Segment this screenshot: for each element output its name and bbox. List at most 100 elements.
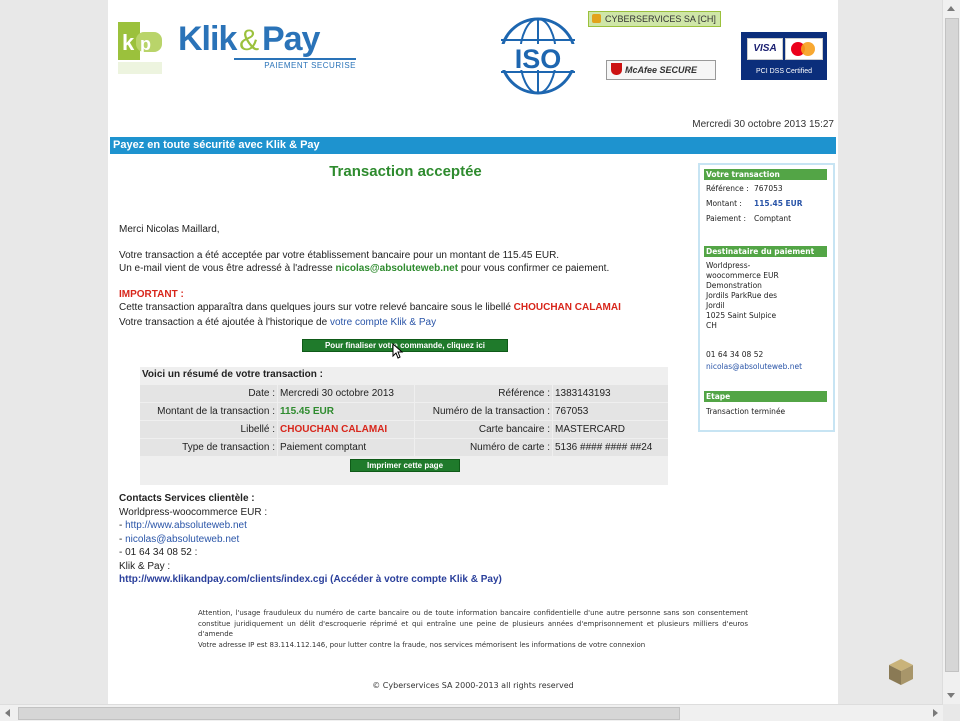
statement-line: Cette transaction apparaîtra dans quelqu… xyxy=(119,302,621,313)
customer-service-contacts: Contacts Services clientèle : Worldpress… xyxy=(119,492,502,587)
summary-label: Numéro de carte : xyxy=(415,439,552,456)
print-page-button[interactable]: Imprimer cette page xyxy=(350,459,460,472)
email-line-pre: Un e-mail vient de vous être adressé à l… xyxy=(119,263,333,274)
summary-row: Libellé : CHOUCHAN CALAMAI Carte bancair… xyxy=(140,421,668,438)
vertical-scrollbar[interactable] xyxy=(942,0,960,704)
email-line: Un e-mail vient de vous être adressé à l… xyxy=(119,263,609,274)
klikpay-wordmark: Klik & Pay xyxy=(178,20,320,59)
merchant-site-row: - http://www.absoluteweb.net xyxy=(119,520,247,531)
sidebar-payment-label: Paiement : xyxy=(706,214,747,223)
sidebar-amount-value: 115.45 EUR xyxy=(754,199,803,208)
logo-pay: Pay xyxy=(261,20,320,58)
important-label: IMPORTANT : xyxy=(119,289,184,300)
sidebar-reference: Référence : 767053 xyxy=(706,183,783,195)
finalize-order-button[interactable]: Pour finaliser votre commande, cliquez i… xyxy=(302,339,508,352)
summary-row: Type de transaction : Paiement comptant … xyxy=(140,439,668,456)
summary-label: Carte bancaire : xyxy=(415,421,552,438)
pci-dss-badge: VISA PCI DSS Certified xyxy=(741,32,827,80)
visa-logo: VISA xyxy=(747,38,783,60)
summary-value: 767053 xyxy=(553,403,668,420)
sidebar-payment: Paiement : Comptant xyxy=(706,213,791,225)
merchant-site-link[interactable]: http://www.absoluteweb.net xyxy=(125,520,247,531)
ssl-badge-label: CYBERSERVICES SA [CH] xyxy=(605,14,716,24)
statement-line-pre: Cette transaction apparaîtra dans quelqu… xyxy=(119,302,511,313)
horizontal-scroll-thumb[interactable] xyxy=(18,707,680,720)
iso-label: ISO xyxy=(515,44,562,74)
sidebar-amount: Montant : 115.45 EUR xyxy=(706,198,803,210)
secure-payment-bar: Payez en toute sécurité avec Klik & Pay xyxy=(110,137,836,154)
history-line: Votre transaction a été ajoutée à l'hist… xyxy=(119,317,436,328)
cube-widget-icon[interactable] xyxy=(887,657,915,687)
summary-label: Référence : xyxy=(415,385,552,402)
svg-text:p: p xyxy=(140,34,151,54)
copyright: © Cyberservices SA 2000-2013 all rights … xyxy=(372,681,574,690)
scrollbar-corner xyxy=(943,704,960,720)
scroll-right-icon[interactable] xyxy=(933,709,938,717)
sidebar-recipient-title: Destinataire du paiement xyxy=(704,246,827,257)
mcafee-label: McAfee SECURE xyxy=(625,65,698,75)
sidebar-transaction-title: Votre transaction xyxy=(704,169,827,180)
fraud-warning-text: Attention, l'usage frauduleux du numéro … xyxy=(198,609,748,638)
email-link[interactable]: nicolas@absoluteweb.net xyxy=(335,263,458,274)
summary-value: MASTERCARD xyxy=(553,421,668,438)
klikpay-account-url[interactable]: http://www.klikandpay.com/clients/index.… xyxy=(119,574,327,585)
summary-value: Mercredi 30 octobre 2013 xyxy=(278,385,414,402)
summary-label: Numéro de la transaction : xyxy=(415,403,552,420)
svg-text:k: k xyxy=(122,30,135,55)
sidebar-recipient: Worldpress- woocommerce EUR Demonstratio… xyxy=(706,261,779,330)
merchant-name: Worldpress-woocommerce EUR : xyxy=(119,506,268,518)
vertical-scroll-thumb[interactable] xyxy=(945,18,959,672)
merchant-phone: - 01 64 34 08 52 : xyxy=(119,547,198,558)
transaction-summary: Voici un résumé de votre transaction : D… xyxy=(140,367,668,485)
summary-label: Date : xyxy=(140,385,277,402)
fraud-warning: Attention, l'usage frauduleux du numéro … xyxy=(198,608,748,650)
email-line-post: pour vous confirmer ce paiement. xyxy=(460,263,610,274)
mouse-pointer-icon xyxy=(392,343,404,359)
sidebar-payment-value: Comptant xyxy=(754,214,792,223)
sidebar-phone: 01 64 34 08 52 xyxy=(706,350,764,359)
mcafee-secure-badge[interactable]: McAfee SECURE xyxy=(606,60,716,80)
account-link[interactable]: votre compte Klik & Pay xyxy=(330,317,436,328)
sidebar-amount-label: Montant : xyxy=(706,199,742,208)
summary-value: Paiement comptant xyxy=(278,439,414,456)
klikpay-logo-mark-icon: k p xyxy=(118,22,162,74)
summary-row: Date : Mercredi 30 octobre 2013 Référenc… xyxy=(140,385,668,402)
summary-value: CHOUCHAN CALAMAI xyxy=(278,421,414,438)
logo-amp: & xyxy=(239,24,260,57)
scroll-up-icon[interactable] xyxy=(947,6,955,11)
sidebar-step-value: Transaction terminée xyxy=(706,407,786,416)
merchant-email-row: - nicolas@absoluteweb.net xyxy=(119,533,240,545)
ip-notice: Votre adresse IP est 83.114.112.146, pou… xyxy=(198,640,646,649)
klikpay-account-text[interactable]: (Accéder à votre compte Klik & Pay) xyxy=(330,574,502,585)
horizontal-scrollbar[interactable] xyxy=(0,704,943,721)
summary-heading: Voici un résumé de votre transaction : xyxy=(142,369,323,380)
sidebar-email[interactable]: nicolas@absoluteweb.net xyxy=(706,361,802,373)
logo-subtitle: PAIEMENT SECURISE xyxy=(234,58,356,70)
summary-label: Libellé : xyxy=(140,421,277,438)
klikpay-account-link[interactable]: http://www.klikandpay.com/clients/index.… xyxy=(119,573,502,587)
page-title: Transaction acceptée xyxy=(329,163,482,180)
mastercard-logo-icon xyxy=(785,38,823,60)
merchant-email-link[interactable]: nicolas@absoluteweb.net xyxy=(125,534,239,545)
current-date: Mercredi 30 octobre 2013 15:27 xyxy=(692,119,834,130)
payment-page: k p Klik & Pay PAIEMENT SECURISE ISO CYB… xyxy=(108,0,838,704)
ssl-badge[interactable]: CYBERSERVICES SA [CH] xyxy=(588,11,721,27)
iso-badge: ISO xyxy=(490,16,586,99)
mcafee-shield-icon xyxy=(611,63,622,75)
history-line-pre: Votre transaction a été ajoutée à l'hist… xyxy=(119,317,328,328)
summary-row: Montant de la transaction : 115.45 EUR N… xyxy=(140,403,668,420)
greeting: Merci Nicolas Maillard, xyxy=(119,224,220,235)
summary-label: Montant de la transaction : xyxy=(140,403,277,420)
contacts-heading: Contacts Services clientèle : xyxy=(119,493,255,504)
sidebar-step-title: Etape xyxy=(704,391,827,402)
summary-label: Type de transaction : xyxy=(140,439,277,456)
logo-klik: Klik xyxy=(178,20,237,58)
iso-globe-icon: ISO xyxy=(490,17,586,95)
confirmation-line: Votre transaction a été acceptée par vot… xyxy=(119,250,560,261)
scroll-down-icon[interactable] xyxy=(947,693,955,698)
sidebar-ref-value: 767053 xyxy=(754,184,783,193)
scroll-left-icon[interactable] xyxy=(5,709,10,717)
card-logos: VISA xyxy=(747,38,823,60)
summary-value: 115.45 EUR xyxy=(278,403,414,420)
summary-value: 5136 #### #### ##24 xyxy=(553,439,668,456)
